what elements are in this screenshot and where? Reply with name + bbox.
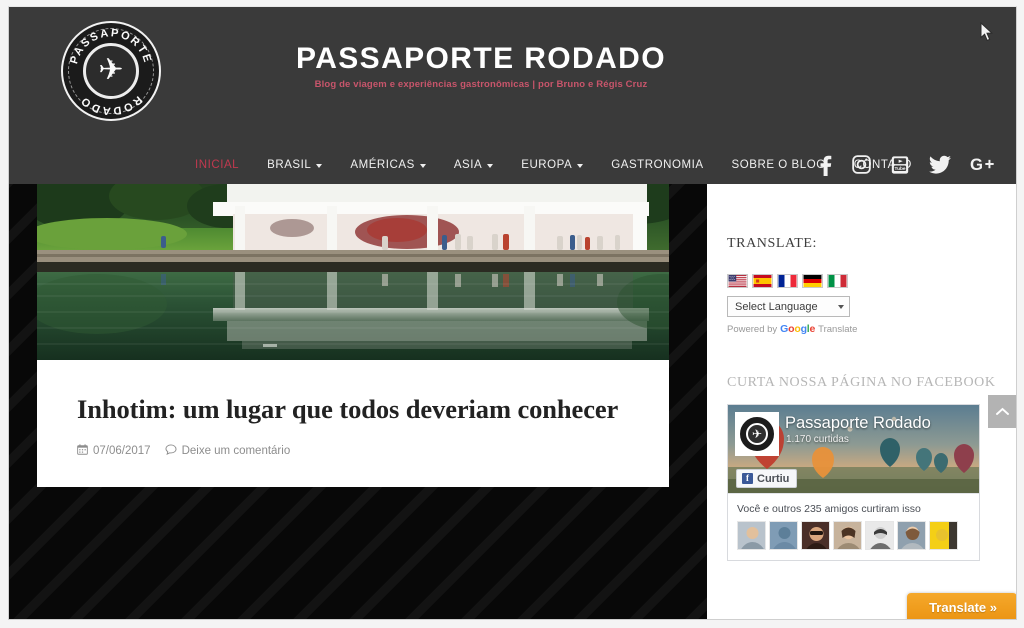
scroll-to-top-button[interactable] [988,395,1016,428]
nav-item-brasil[interactable]: BRASIL [253,159,336,171]
svg-text:Tube: Tube [895,165,906,171]
facebook-icon[interactable] [817,154,833,176]
nav-item-label: AMÉRICAS [350,158,415,171]
avatar[interactable] [769,521,798,550]
facebook-widget-title: CURTA NOSSA PÁGINA NO FACEBOOK [727,375,996,390]
nav-links-list: INICIAL BRASIL AMÉRICAS ASIA EUROPA GASTRONOM… [181,159,926,171]
chevron-down-icon [419,163,426,168]
google-plus-icon[interactable]: G [970,155,996,174]
nav-item-europa[interactable]: EUROPA [507,159,597,171]
flag-italy[interactable] [827,274,848,288]
facebook-like-button[interactable]: f Curtiu [736,469,798,488]
site-logo-badge[interactable]: PASSAPORTE RODADO ✈ [61,21,161,121]
post-title[interactable]: Inhotim: um lugar que todos deveriam con… [77,394,629,424]
avatar[interactable] [833,521,862,550]
nav-item-asia[interactable]: ASIA [440,159,507,171]
facebook-page-name[interactable]: Passaporte Rodado [785,414,931,433]
chevron-down-icon [316,163,323,168]
powered-by-suffix: Translate [818,323,858,335]
nav-item-label: EUROPA [521,158,573,171]
browser-window-frame: PASSAPORTE RODADO ✈ PASSAPORTE RODADO Bl… [0,0,1024,628]
flag-united-states[interactable] [727,274,748,288]
nav-item-americas[interactable]: AMÉRICAS [336,159,439,171]
language-select-value: Select Language [735,300,818,313]
post-date[interactable]: 07/06/2017 [77,444,151,458]
post-date-label: 07/06/2017 [93,445,151,458]
nav-item-gastronomia[interactable]: GASTRONOMIA [597,159,717,171]
avatar[interactable] [737,521,766,550]
site-header: PASSAPORTE RODADO ✈ PASSAPORTE RODADO Bl… [9,7,1016,184]
brand-block: PASSAPORTE RODADO Blog de viagem e exper… [266,42,696,91]
post-comments-label: Deixe um comentário [181,445,291,458]
facebook-cover-photo: ✈ Passaporte Rodado 1.170 curtidas f Cur… [728,405,979,493]
facebook-social-proof: Você e outros 235 amigos curtiram isso [728,493,979,560]
facebook-page-plugin: ✈ Passaporte Rodado 1.170 curtidas f Cur… [727,404,980,561]
svg-text:G: G [970,155,983,174]
nav-item-label: SOBRE O BLOG [731,158,826,171]
twitter-icon[interactable] [929,155,951,174]
nav-item-inicial[interactable]: INICIAL [181,159,253,171]
translate-floating-button-label: Translate » [929,599,997,615]
chevron-up-icon [995,407,1009,415]
chevron-down-icon [487,163,494,168]
translate-floating-button[interactable]: Translate » [907,593,1016,619]
calendar-icon [77,444,88,458]
avatar[interactable] [801,521,830,550]
chevron-down-icon [838,304,844,309]
translate-flag-row [727,274,998,288]
flag-france[interactable] [777,274,798,288]
airplane-icon: ✈ [98,53,124,87]
post-card: Inhotim: um lugar que todos deveriam con… [37,360,669,487]
facebook-page-likes: 1.170 curtidas [786,434,849,445]
flag-germany[interactable] [802,274,823,288]
nav-item-label: ASIA [453,158,483,171]
airplane-icon: ✈ [746,423,768,445]
page-viewport: PASSAPORTE RODADO ✈ PASSAPORTE RODADO Bl… [8,6,1017,620]
powered-by-google-translate: Powered by Google Translate [727,323,998,335]
facebook-page-avatar[interactable]: ✈ [735,412,779,456]
site-title: PASSAPORTE RODADO [296,42,666,75]
chevron-down-icon [577,163,584,168]
facebook-social-proof-text: Você e outros 235 amigos curtiram isso [737,503,921,515]
facebook-friend-avatars [737,521,970,550]
nav-item-label: INICIAL [195,158,240,171]
google-logo: Google [780,323,816,335]
comment-icon [165,444,177,458]
facebook-like-button-label: Curtiu [757,472,790,485]
avatar[interactable] [897,521,926,550]
youtube-icon[interactable]: Tube [890,155,910,175]
language-select[interactable]: Select Language [727,296,850,317]
nav-item-label: GASTRONOMIA [611,158,704,171]
facebook-f-icon: f [742,473,753,484]
site-tagline: Blog de viagem e experiências gastronômi… [314,79,648,91]
featured-post-image[interactable] [37,184,669,360]
nav-item-label: BRASIL [267,158,312,171]
translate-widget-title: TRANSLATE: [727,236,817,251]
avatar[interactable] [929,521,958,550]
main-content-column: Inhotim: um lugar que todos deveriam con… [37,184,677,487]
powered-by-prefix: Powered by [727,323,778,335]
avatar[interactable] [865,521,894,550]
instagram-icon[interactable] [852,155,871,174]
social-icons-group: Tube G [817,145,996,184]
flag-spain[interactable] [752,274,773,288]
post-comments-link[interactable]: Deixe um comentário [165,444,291,458]
post-meta: 07/06/2017 Deixe um comentário [77,444,629,458]
sidebar: TRANSLATE: Select Language Powered by Go… [707,184,1016,619]
